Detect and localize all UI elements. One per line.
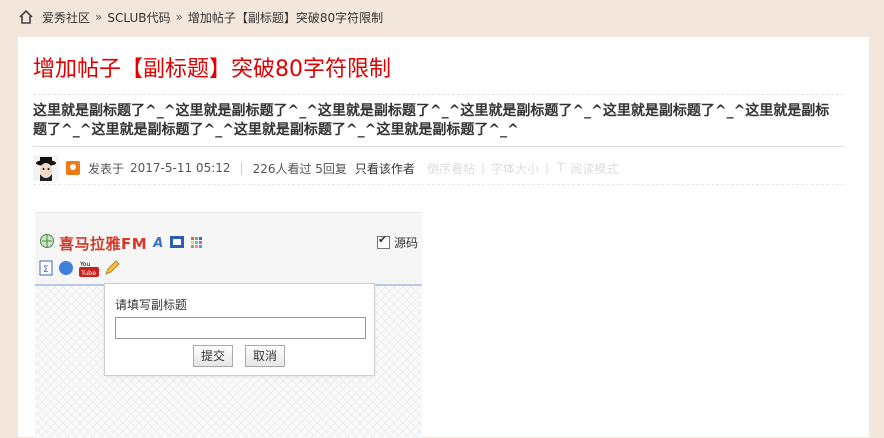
- source-code-toggle[interactable]: 源码: [376, 233, 418, 251]
- font-size-link[interactable]: 字体大小: [491, 160, 539, 177]
- divider-dot: |: [545, 161, 550, 175]
- breadcrumb-separator: »: [95, 10, 103, 24]
- font-style-icon[interactable]: A: [153, 236, 163, 251]
- post-screenshot: 喜马拉雅FM A 源码 Σ YouTube: [35, 212, 422, 438]
- home-icon[interactable]: [18, 9, 34, 25]
- read-mode-icon: T: [557, 161, 565, 175]
- pencil-icon[interactable]: [104, 260, 120, 280]
- meta-separator: |: [239, 161, 244, 175]
- breadcrumb: 爱秀社区 » SCLUB代码 » 增加帖子【副标题】突破80字符限制: [18, 8, 383, 26]
- read-mode-link[interactable]: 阅读模式: [570, 160, 618, 177]
- document-icon[interactable]: Σ: [39, 260, 53, 280]
- divider: [33, 184, 844, 185]
- author-only-link[interactable]: 只看该作者: [355, 160, 415, 177]
- editor-toolbar-row2: Σ You Tube: [39, 259, 120, 281]
- ximalaya-logo[interactable]: 喜马拉雅FM: [59, 233, 147, 254]
- breadcrumb-community[interactable]: 爱秀社区: [42, 9, 90, 26]
- editor-toolbar-row1: 喜马拉雅FM A: [39, 233, 203, 253]
- breadcrumb-thread[interactable]: 增加帖子【副标题】突破80字符限制: [188, 9, 383, 26]
- youtube-icon[interactable]: You Tube: [79, 259, 99, 281]
- post-subtitle: 这里就是副标题了^_^这里就是副标题了^_^这里就是副标题了^_^这里就是副标题…: [33, 103, 830, 138]
- posted-label: 发表于: [88, 161, 125, 176]
- divider-dot: |: [480, 161, 485, 175]
- svg-text:Tube: Tube: [80, 269, 96, 277]
- source-label: 源码: [393, 236, 418, 250]
- post-meta: 发表于 2017-5-11 05:12 | 226人看过 5回复 只看该作者 倒…: [33, 155, 844, 181]
- divider: [33, 146, 844, 147]
- media-icon[interactable]: [169, 234, 185, 253]
- svg-text:Σ: Σ: [43, 265, 49, 275]
- svg-text:You: You: [79, 261, 91, 268]
- post-stats: 226人看过 5回复: [252, 161, 347, 176]
- subtitle-input[interactable]: [115, 317, 366, 339]
- posted-time: 2017-5-11 05:12: [130, 161, 231, 175]
- subtitle-prompt-label: 请填写副标题: [115, 298, 188, 312]
- globe-icon[interactable]: [39, 233, 55, 253]
- submit-button[interactable]: 提交: [193, 345, 234, 367]
- subtitle-dialog: 请填写副标题 提交 取消: [104, 283, 375, 376]
- author-badge-icon: [66, 161, 80, 175]
- cancel-button[interactable]: 取消: [245, 345, 286, 367]
- avatar[interactable]: [33, 155, 59, 181]
- source-checkbox[interactable]: [376, 233, 390, 249]
- grid-icon[interactable]: [191, 234, 203, 253]
- reverse-browse-link[interactable]: 倒序看帖: [427, 160, 475, 177]
- breadcrumb-separator: »: [175, 10, 183, 24]
- post-panel: 增加帖子【副标题】突破80字符限制 这里就是副标题了^_^这里就是副标题了^_^…: [18, 37, 869, 438]
- post-title: 增加帖子【副标题】突破80字符限制: [33, 57, 391, 82]
- breadcrumb-forum[interactable]: SCLUB代码: [107, 9, 170, 26]
- divider: [33, 94, 844, 95]
- compass-icon[interactable]: [58, 260, 74, 280]
